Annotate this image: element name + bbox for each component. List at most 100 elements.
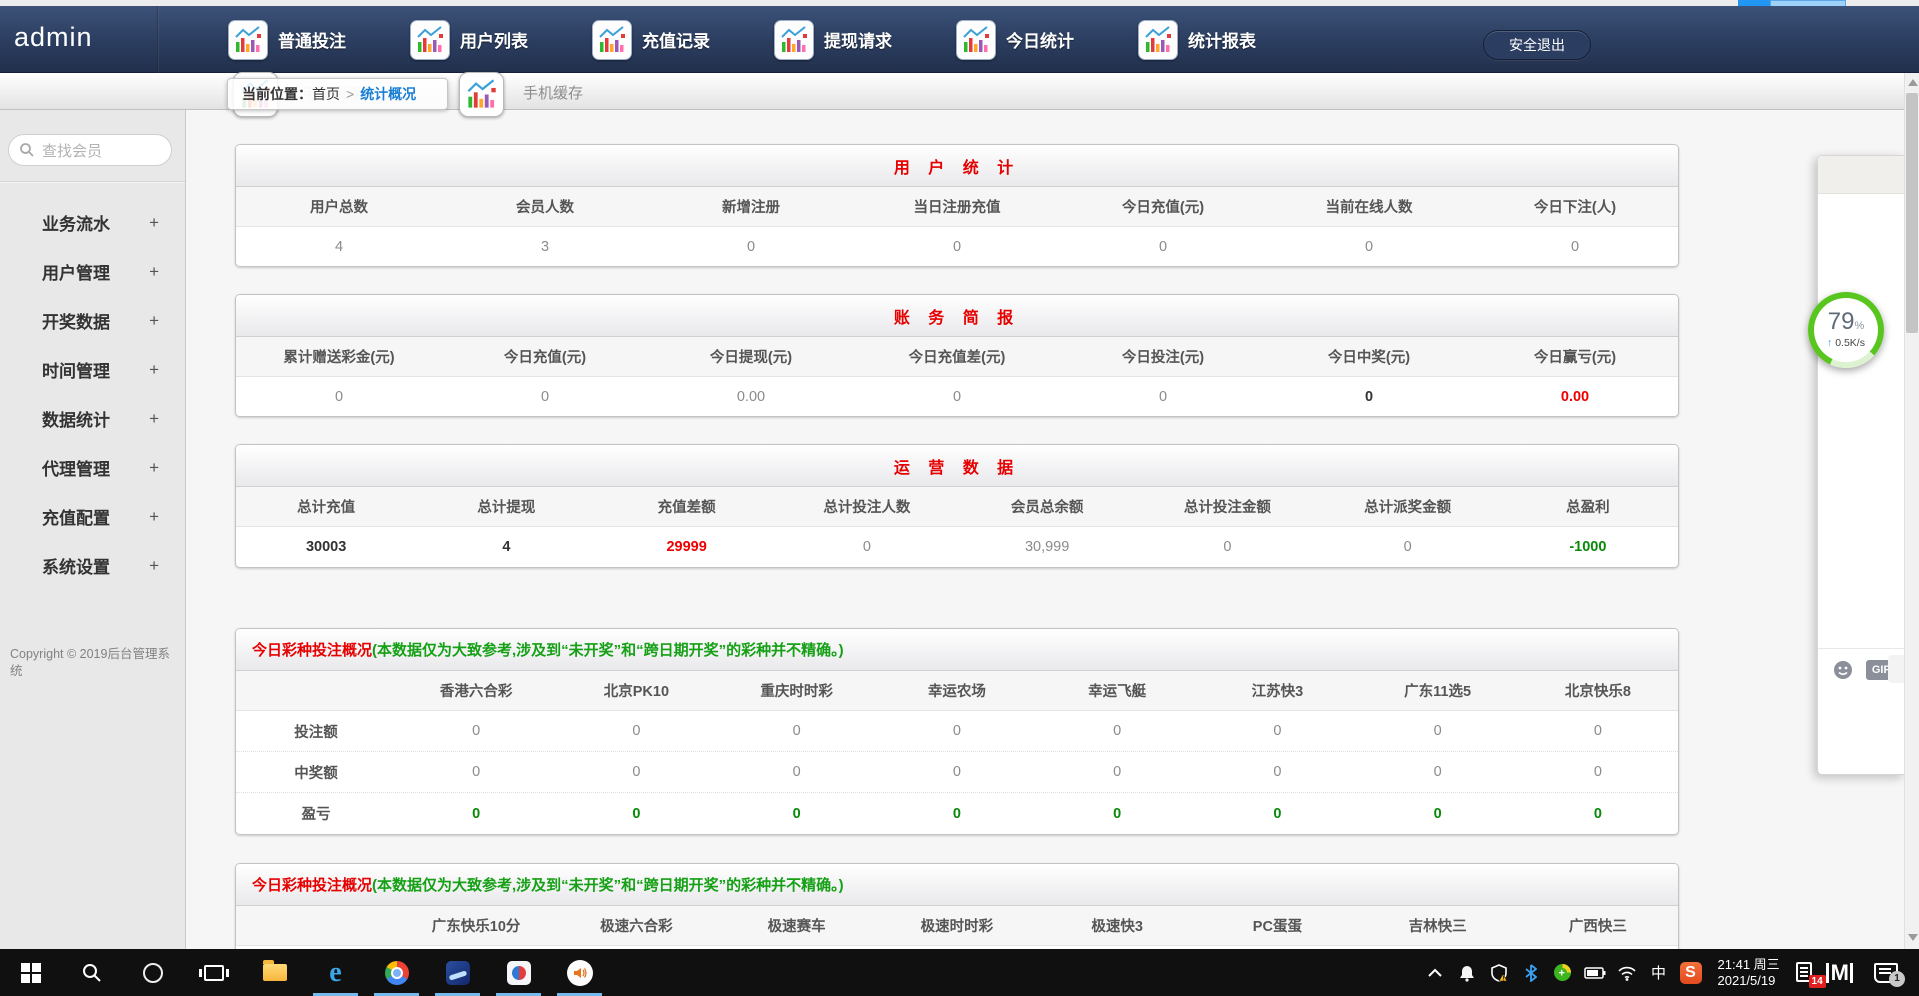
table-cell: 0 (1037, 723, 1197, 739)
sidebar-item-system-settings[interactable]: 系统设置 + (0, 541, 185, 590)
pinned-app-button-2[interactable] (488, 949, 549, 996)
scrollbar-thumb[interactable] (1906, 93, 1918, 333)
table-cell: 29999 (597, 539, 777, 555)
svg-text:!: ! (1502, 976, 1504, 982)
sidebar-item-lottery-data[interactable]: 开奖数据 + (0, 296, 185, 345)
table-cell: 会员人数 (442, 196, 648, 217)
edge-button[interactable]: e (305, 949, 366, 996)
sidebar-item-business-flow[interactable]: 业务流水 + (0, 198, 185, 247)
user-stats-panel: 用 户 统 计 用户总数会员人数新增注册当日注册充值今日充值(元)当前在线人数今… (235, 144, 1679, 267)
table-cell: 当前在线人数 (1266, 196, 1472, 217)
nav-item-stat-reports[interactable]: 统计报表 (1138, 20, 1256, 60)
pinned-app-button-1[interactable] (427, 949, 488, 996)
table-cell: 0 (854, 389, 1060, 405)
upload-arrow-icon: ↑ (1827, 337, 1832, 349)
table-cell: 0 (777, 539, 957, 555)
file-explorer-button[interactable] (244, 949, 305, 996)
clock-date: 2021/5/19 (1718, 973, 1780, 989)
table-cell: 当日注册充值 (854, 196, 1060, 217)
table-cell: 今日投注(元) (1060, 346, 1266, 367)
audio-app-button[interactable] (549, 949, 610, 996)
taskbar-clock[interactable]: 21:41 周三 2021/5/19 (1710, 957, 1788, 989)
nav-item-user-list[interactable]: 用户列表 (410, 20, 528, 60)
tray-chevron-up-icon[interactable] (1422, 953, 1448, 993)
notification-bell-icon[interactable] (1454, 953, 1480, 993)
table-row: 4300000 (236, 227, 1678, 267)
sidebar-item-time-management[interactable]: 时间管理 + (0, 345, 185, 394)
document-icon: 14 (1794, 960, 1820, 986)
app-icon (507, 961, 531, 985)
action-center-button[interactable]: 1 (1873, 953, 1899, 993)
table-cell: 总计充值 (236, 496, 416, 517)
top-navbar: admin 普通投注 用户列表 (0, 6, 1919, 73)
ime-chinese-indicator[interactable]: 中 (1646, 953, 1672, 993)
chrome-button[interactable] (366, 949, 427, 996)
table-cell: 0 (877, 806, 1037, 822)
table-cell: 4 (416, 539, 596, 555)
table-cell: 幸运农场 (877, 680, 1037, 701)
bluetooth-icon[interactable] (1518, 953, 1544, 993)
taskbar-search-button[interactable] (61, 949, 122, 996)
task-view-button[interactable] (183, 949, 244, 996)
mobile-cache-button[interactable] (459, 72, 504, 117)
document-app-button[interactable]: 14 (1794, 953, 1820, 993)
table-cell: 吉林快三 (1358, 915, 1518, 936)
breadcrumb-separator: > (346, 86, 354, 102)
table-cell: 0 (877, 764, 1037, 780)
chart-icon (228, 20, 268, 60)
expand-plus-icon: + (149, 360, 159, 380)
m-logo-icon: M (1826, 963, 1853, 983)
start-button[interactable] (0, 949, 61, 996)
emoji-smiley-icon[interactable] (1832, 659, 1854, 681)
expand-plus-icon: + (149, 409, 159, 429)
table-cell: 0 (1060, 389, 1266, 405)
expand-plus-icon: + (149, 262, 159, 282)
nav-item-label: 提现请求 (824, 27, 892, 52)
table-cell: 总盈利 (1498, 496, 1678, 517)
nav-item-today-stats[interactable]: 今日统计 (956, 20, 1074, 60)
nav-item-withdraw-requests[interactable]: 提现请求 (774, 20, 892, 60)
expand-plus-icon: + (149, 458, 159, 478)
m-app-button[interactable]: M (1826, 953, 1853, 993)
breadcrumb-current[interactable]: 统计概况 (360, 86, 416, 102)
chart-icon (1138, 20, 1178, 60)
nav-item-normal-bet[interactable]: 普通投注 (228, 20, 346, 60)
table-cell: 30,999 (957, 539, 1137, 555)
cortana-button[interactable] (122, 949, 183, 996)
cortana-icon (143, 963, 163, 983)
chart-icon (956, 20, 996, 60)
battery-icon[interactable] (1582, 953, 1608, 993)
sidebar-item-label: 代理管理 (42, 455, 149, 480)
nav-item-recharge-records[interactable]: 充值记录 (592, 20, 710, 60)
table-cell: 0 (442, 389, 648, 405)
system-tray: ! + 中 S 21:41 周三 2021/5/19 (1422, 949, 1919, 996)
table-cell: 3 (442, 239, 648, 255)
sidebar-item-agent-management[interactable]: 代理管理 + (0, 443, 185, 492)
scroll-up-arrow-icon[interactable] (1908, 79, 1918, 86)
speed-gauge-ball[interactable]: 79% ↑ 0.5K/s (1808, 292, 1884, 368)
member-search-input[interactable]: 查找会员 (8, 134, 172, 166)
logout-button[interactable]: 安全退出 (1483, 30, 1591, 60)
windows-logo-icon (21, 963, 41, 983)
panel-title-bar: 今日彩种投注概况 (本数据仅为大致参考,涉及到“未开奖”和“跨日期开奖”的彩种并… (236, 864, 1678, 906)
table-cell: 0 (1518, 806, 1678, 822)
svg-text:+: + (1559, 968, 1565, 980)
antivirus-360-icon[interactable]: + (1550, 953, 1576, 993)
page-scrollbar[interactable] (1904, 73, 1919, 949)
table-cell: 用户总数 (236, 196, 442, 217)
sidebar-item-data-stats[interactable]: 数据统计 + (0, 394, 185, 443)
breadcrumb-prefix: 当前位置： (242, 86, 312, 102)
breadcrumb-home[interactable]: 首页 (312, 86, 340, 102)
table-cell: 0 (396, 806, 556, 822)
admin-brand: admin (14, 22, 93, 53)
sogou-input-icon[interactable]: S (1678, 953, 1704, 993)
scroll-down-arrow-icon[interactable] (1908, 934, 1918, 941)
sidebar-item-user-management[interactable]: 用户管理 + (0, 247, 185, 296)
wifi-signal-icon[interactable] (1614, 953, 1640, 993)
sidebar-item-label: 充值配置 (42, 504, 149, 529)
table-cell: 30003 (236, 539, 416, 555)
security-shield-icon[interactable]: ! (1486, 953, 1512, 993)
sidebar-item-recharge-config[interactable]: 充值配置 + (0, 492, 185, 541)
panel-title-bar: 今日彩种投注概况 (本数据仅为大致参考,涉及到“未开奖”和“跨日期开奖”的彩种并… (236, 629, 1678, 671)
table-cell: 0 (648, 239, 854, 255)
